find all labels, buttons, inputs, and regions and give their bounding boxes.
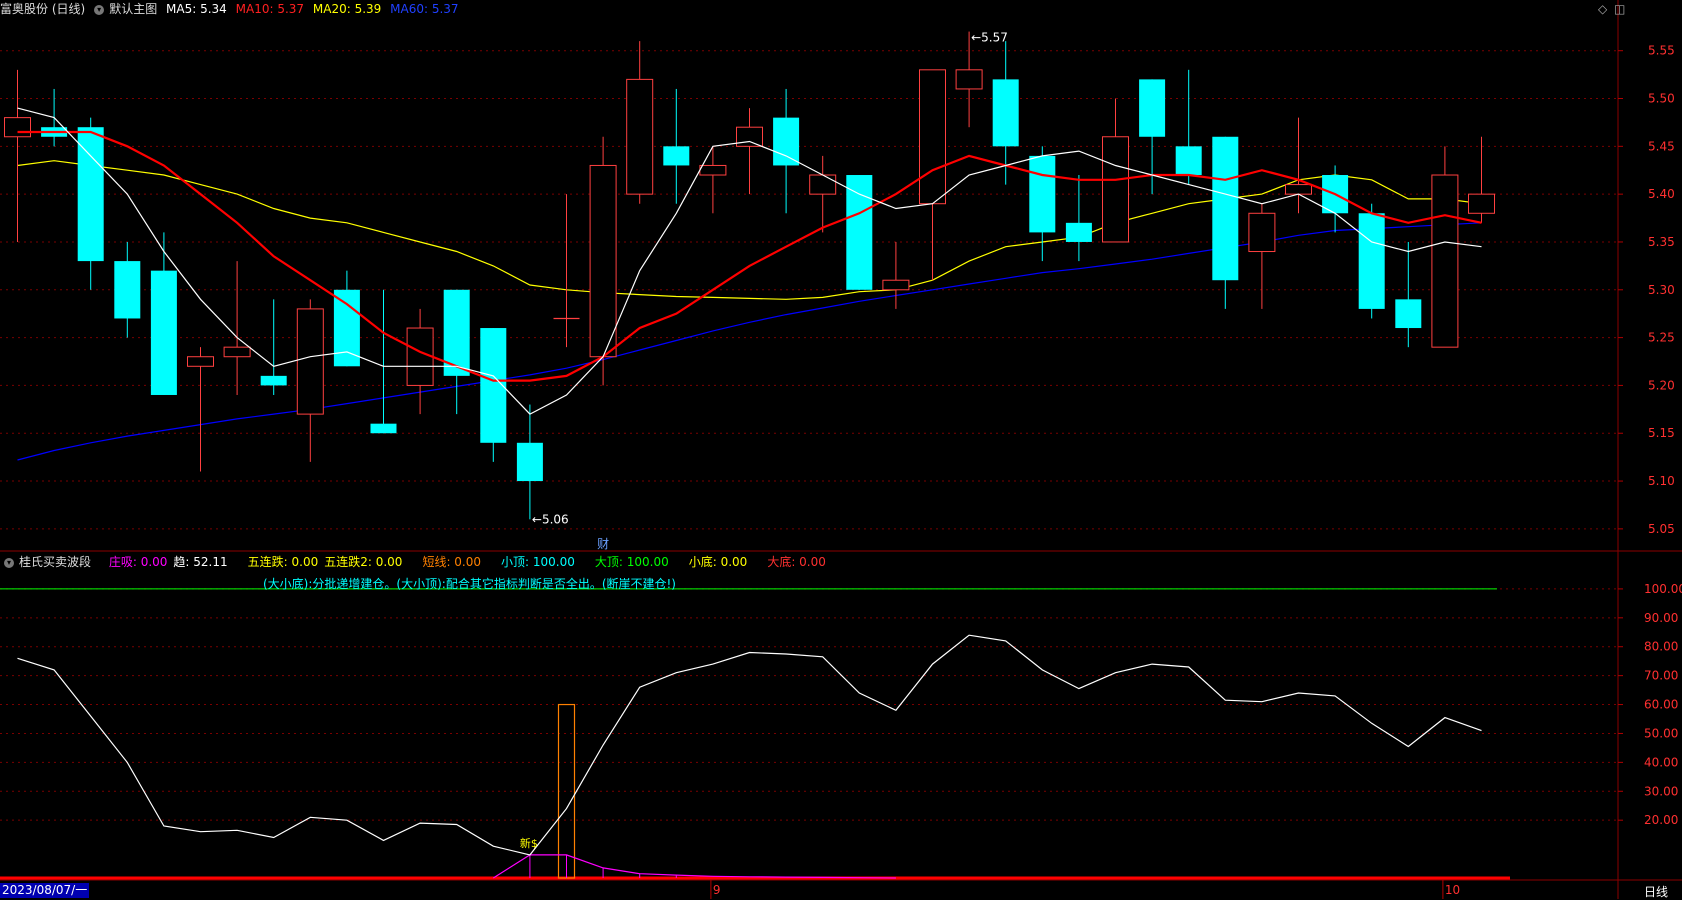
indicator-value: 短线: 0.00: [422, 555, 482, 569]
price-tick-label: 5.45: [1648, 139, 1675, 153]
candle-up: [1468, 193, 1495, 214]
candle-up: [296, 308, 324, 415]
indicator-tick-label: 90.00: [1644, 611, 1678, 625]
candle-up: [1285, 184, 1312, 195]
indicator-tick-label: 50.00: [1644, 726, 1678, 740]
price-tick-label: 5.35: [1648, 235, 1675, 249]
indicator-note: (大小底):分批递增建仓。(大小顶):配合其它指标判断是否全出。(断崖不建仓!): [263, 577, 676, 591]
candle-down: [1029, 155, 1056, 233]
candle-up: [406, 327, 434, 386]
candle-down: [333, 289, 360, 367]
ma5-value: MA5: 5.34: [166, 2, 227, 16]
candle-down: [1358, 213, 1385, 309]
candle-up: [882, 279, 910, 291]
price-tick-label: 5.25: [1648, 331, 1675, 345]
candle-up: [1431, 174, 1459, 348]
indicator-value: 大顶: 100.00: [594, 555, 669, 569]
chart-template-name[interactable]: 默认主图: [109, 2, 157, 16]
stock-name[interactable]: 富奥股份 (日线): [0, 2, 85, 16]
indicator-tick-label: 30.00: [1644, 784, 1678, 798]
candle-up: [1102, 136, 1129, 243]
candle-up: [809, 174, 837, 195]
period-label[interactable]: 日线: [1644, 883, 1668, 900]
candle-up: [699, 164, 727, 176]
chevron-down-icon[interactable]: ▾: [94, 4, 105, 15]
indicator-value: 小底: 0.00: [688, 555, 748, 569]
indicator-tick-label: 70.00: [1644, 669, 1678, 683]
indicator-value: 大底: 0.00: [767, 555, 826, 569]
price-tick-label: 5.30: [1648, 283, 1675, 297]
candle-down: [516, 442, 543, 482]
candle-down: [1175, 146, 1202, 176]
indicator-value: 庄吸: 0.00: [108, 555, 168, 569]
indicator-name[interactable]: 桂氏买卖波段: [19, 555, 91, 569]
price-tick-label: 5.10: [1648, 474, 1675, 488]
candle-up: [187, 356, 214, 367]
price-annotation: ←5.06: [532, 512, 569, 526]
price-tick-label: 5.55: [1648, 44, 1675, 58]
main-chart-header: 富奥股份 (日线) ▾ 默认主图 MA5: 5.34 MA10: 5.37 MA20…: [0, 0, 464, 18]
indicator-tick-label: 80.00: [1644, 640, 1678, 654]
candle-down: [370, 423, 397, 434]
candle-down: [992, 79, 1019, 147]
indicator-tick-label: 20.00: [1644, 813, 1678, 827]
indicator-tick-label: 60.00: [1644, 698, 1678, 712]
indicator-value: 趋: 52.11: [173, 555, 228, 569]
chevron-down-icon[interactable]: ▾: [4, 557, 14, 568]
price-tick-label: 5.05: [1648, 522, 1675, 536]
signal-marker-label: 新$: [520, 836, 538, 850]
price-annotation: ←5.57: [971, 31, 1008, 45]
candle-down: [1395, 299, 1422, 329]
candle-down: [846, 175, 873, 290]
candle-down: [260, 375, 287, 386]
trend-line: [17, 634, 1482, 856]
accumulation-line: [492, 854, 896, 879]
candle-up: [4, 117, 31, 138]
candle-down: [114, 261, 141, 319]
indicator-value: 小顶: 100.00: [501, 555, 575, 569]
signal-bar: [557, 703, 576, 879]
time-tick-label: 9: [713, 883, 721, 897]
date-cursor-label: 2023/08/07/一: [0, 883, 90, 898]
indicator-value: 五连跌2: 0.00: [324, 555, 403, 569]
ma20-value: MA20: 5.39: [312, 2, 382, 16]
finance-marker: 财: [597, 537, 609, 551]
candle-up: [626, 78, 654, 195]
time-tick-label: 10: [1445, 883, 1460, 897]
candle-up: [223, 346, 251, 358]
price-tick-label: 5.40: [1648, 187, 1675, 201]
price-tick-label: 5.20: [1648, 378, 1675, 392]
price-tick-label: 5.15: [1648, 426, 1675, 440]
ma10-value: MA10: 5.37: [235, 2, 305, 16]
candle-up: [736, 126, 763, 147]
stock-chart[interactable]: 5.55 5.50 5.45 5.40 5.35 5.30 5.25 5.20 5.15 5.10…: [0, 0, 1682, 899]
panel-toggle-icon[interactable]: ◫: [1614, 2, 1625, 16]
indicator-value: 五连跌: 0.00: [247, 555, 319, 569]
candle-down: [1065, 222, 1092, 242]
candle-down: [663, 146, 690, 166]
candle-up: [955, 69, 983, 90]
candle-down: [77, 127, 104, 262]
ma60-value: MA60: 5.37: [390, 2, 459, 16]
candle-up: [589, 164, 617, 358]
indicator-tick-label: 100.00: [1644, 582, 1682, 596]
price-tick-label: 5.50: [1648, 92, 1675, 106]
indicator-header: ▾ 桂氏买卖波段 庄吸: 0.00 趋: 52.11 五连跌: 0.00 五连跌2: 0…: [0, 553, 832, 571]
diamond-icon[interactable]: ◇: [1598, 2, 1607, 16]
candle-down: [150, 270, 177, 395]
indicator-tick-label: 40.00: [1644, 755, 1678, 769]
candle-down: [773, 117, 800, 166]
candle-up: [1248, 212, 1276, 253]
candle-down: [1212, 136, 1239, 281]
candle-up: [919, 69, 946, 205]
candle-down: [1139, 79, 1166, 137]
